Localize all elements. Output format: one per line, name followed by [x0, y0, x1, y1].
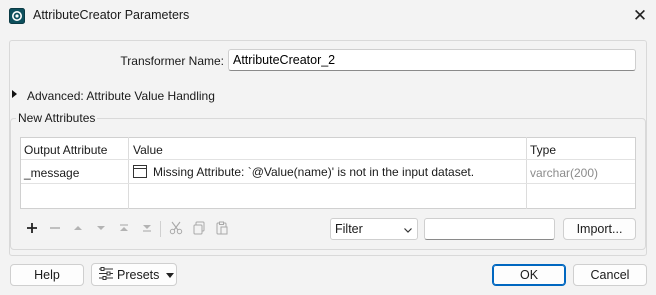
ok-button[interactable]: OK: [492, 264, 566, 286]
filter-select[interactable]: Filter: [330, 218, 418, 240]
cancel-button[interactable]: Cancel: [573, 264, 647, 286]
presets-label: Presets: [117, 267, 160, 282]
column-divider: [526, 137, 527, 209]
paste-icon[interactable]: [212, 218, 232, 238]
app-icon: [9, 8, 25, 24]
advanced-section-toggle[interactable]: Advanced: Attribute Value Handling: [27, 89, 215, 103]
import-button[interactable]: Import...: [563, 218, 636, 240]
value-text: Missing Attribute: `@Value(name)' is not…: [153, 164, 475, 179]
cut-icon[interactable]: [166, 218, 186, 238]
move-up-icon[interactable]: [68, 218, 88, 238]
type-cell[interactable]: varchar(200): [530, 166, 598, 180]
column-header-value[interactable]: Value: [133, 143, 163, 157]
expand-arrow-icon[interactable]: [12, 90, 17, 98]
sliders-icon: [98, 266, 114, 283]
output-attribute-cell[interactable]: _message: [24, 166, 79, 180]
move-bottom-icon[interactable]: [137, 218, 157, 238]
copy-icon[interactable]: [189, 218, 209, 238]
new-attributes-label: New Attributes: [16, 111, 98, 125]
transformer-name-label: Transformer Name:: [120, 54, 224, 68]
close-icon[interactable]: ✕: [628, 4, 652, 28]
move-down-icon[interactable]: [91, 218, 111, 238]
value-cell[interactable]: Missing Attribute: `@Value(name)' is not…: [129, 160, 526, 183]
text-editor-icon[interactable]: [133, 165, 147, 178]
minus-icon[interactable]: [45, 218, 65, 238]
transformer-name-input[interactable]: [228, 49, 636, 71]
filter-input[interactable]: [424, 218, 555, 240]
help-button[interactable]: Help: [10, 264, 84, 286]
move-top-icon[interactable]: [114, 218, 134, 238]
row-divider: [21, 183, 635, 184]
window-title: AttributeCreator Parameters: [33, 8, 190, 22]
chevron-down-icon: [403, 224, 413, 238]
column-header-type[interactable]: Type: [530, 143, 556, 157]
column-header-output-attribute[interactable]: Output Attribute: [24, 143, 107, 157]
filter-select-value: Filter: [335, 222, 363, 236]
presets-button[interactable]: Presets: [91, 263, 177, 286]
dropdown-arrow-icon: [166, 268, 175, 282]
toolbar-separator: [160, 221, 161, 237]
plus-icon[interactable]: [22, 218, 42, 238]
